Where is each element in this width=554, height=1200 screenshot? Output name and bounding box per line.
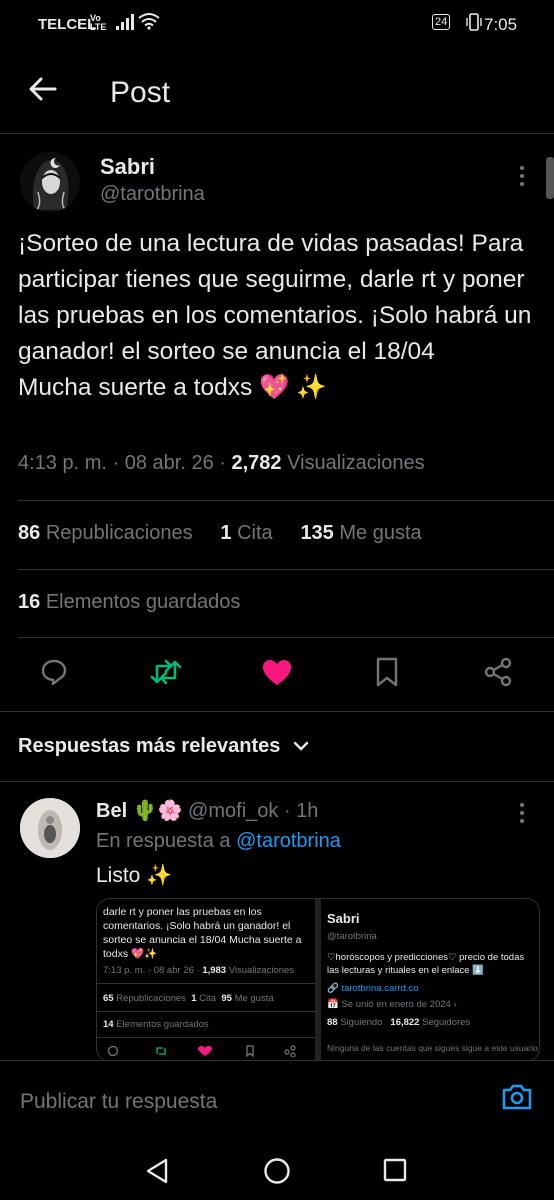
likes-stat[interactable]: 135 Me gusta [300,522,421,544]
reply-to-link[interactable]: @tarotbrina [236,830,341,852]
divider [18,569,554,570]
more-vertical-icon [520,803,524,823]
reposts-stat[interactable]: 86 Republicaciones [18,522,193,544]
nav-recents-button[interactable] [383,1158,407,1187]
view-count: 2,782 [231,452,282,474]
vibrate-icon [466,13,482,35]
reply-author-name[interactable]: Bel 🌵🌸 [96,800,182,822]
back-button[interactable] [28,74,58,109]
reply-button[interactable] [34,655,74,689]
like-button[interactable] [257,655,297,689]
system-navigation-bar [0,1141,554,1200]
divider [0,133,554,134]
reply-text: Listo ✨ [96,864,173,887]
like-icon [263,660,291,685]
wifi-icon [138,12,160,34]
avatar-illustration [20,798,80,858]
page-title: Post [110,76,171,109]
nav-home-button[interactable] [263,1157,291,1190]
divider [18,637,554,638]
camera-icon [502,1084,532,1110]
reply-time: 1h [296,800,319,822]
more-options-button[interactable] [516,165,528,192]
status-bar: TELCEL Vo LTE 24 7:05 [0,0,554,48]
replies-sort-dropdown[interactable]: Respuestas más relevantes [18,735,310,758]
post-text: ¡Sorteo de una lectura de vidas pasadas!… [18,230,532,401]
reply-author-handle[interactable]: @mofi_ok [188,800,278,822]
mini-action-icons [107,1045,296,1057]
quotes-stat[interactable]: 1 Cita [220,522,272,544]
triangle-back-icon [146,1158,168,1184]
author-name[interactable]: Sabri [100,154,155,180]
reply-more-options-button[interactable] [516,802,528,829]
clock: 7:05 [484,15,518,34]
divider [18,500,554,501]
circle-home-icon [264,1158,290,1184]
square-recents-icon [383,1158,407,1182]
post-date: 08 abr. 26 [124,452,214,474]
more-vertical-icon [520,166,524,186]
post-stats: 86 Republicaciones 1 Cita 135 Me gusta [18,522,422,545]
post-time: 4:13 p. m. [18,452,107,474]
repost-icon [150,659,182,685]
reply-input[interactable] [18,1089,482,1115]
battery-indicator: 24 [432,14,451,30]
reply-icon [41,659,67,686]
screenshot-left: darle rt y poner las pruebas en los come… [97,899,315,1061]
repost-button[interactable] [146,655,186,689]
bookmarks-stat[interactable]: 16 Elementos guardados [18,591,240,614]
bookmark-icon [376,657,398,687]
reply-context: En respuesta a @tarotbrina [96,830,341,852]
reply-image-attachment[interactable]: darle rt y poner las pruebas en los come… [96,898,540,1062]
share-icon [484,657,512,687]
divider [0,781,554,782]
share-button[interactable] [478,655,518,689]
view-label: Visualizaciones [287,452,425,474]
author-handle[interactable]: @tarotbrina [100,183,205,206]
chevron-down-icon [293,741,309,751]
arrow-left-icon [29,77,57,101]
reply-avatar[interactable] [20,798,80,858]
scrollbar[interactable] [546,157,554,199]
avatar-illustration [20,152,80,212]
avatar[interactable] [20,152,80,212]
reply-header: Bel 🌵🌸 @mofi_ok · 1h [96,800,319,822]
bookmark-button[interactable] [367,655,407,689]
screenshot-right: Sabri @tarotbrina ♡horóscopos y predicci… [321,899,539,1061]
signal-icon [116,14,134,34]
divider [0,711,554,712]
nav-back-button[interactable] [144,1157,170,1190]
post-metadata: 4:13 p. m. · 08 abr. 26 · 2,782 Visualiz… [18,452,425,474]
camera-button[interactable] [500,1082,534,1117]
carrier-label: TELCEL [38,16,97,33]
volte-indicator: Vo LTE [90,13,107,32]
